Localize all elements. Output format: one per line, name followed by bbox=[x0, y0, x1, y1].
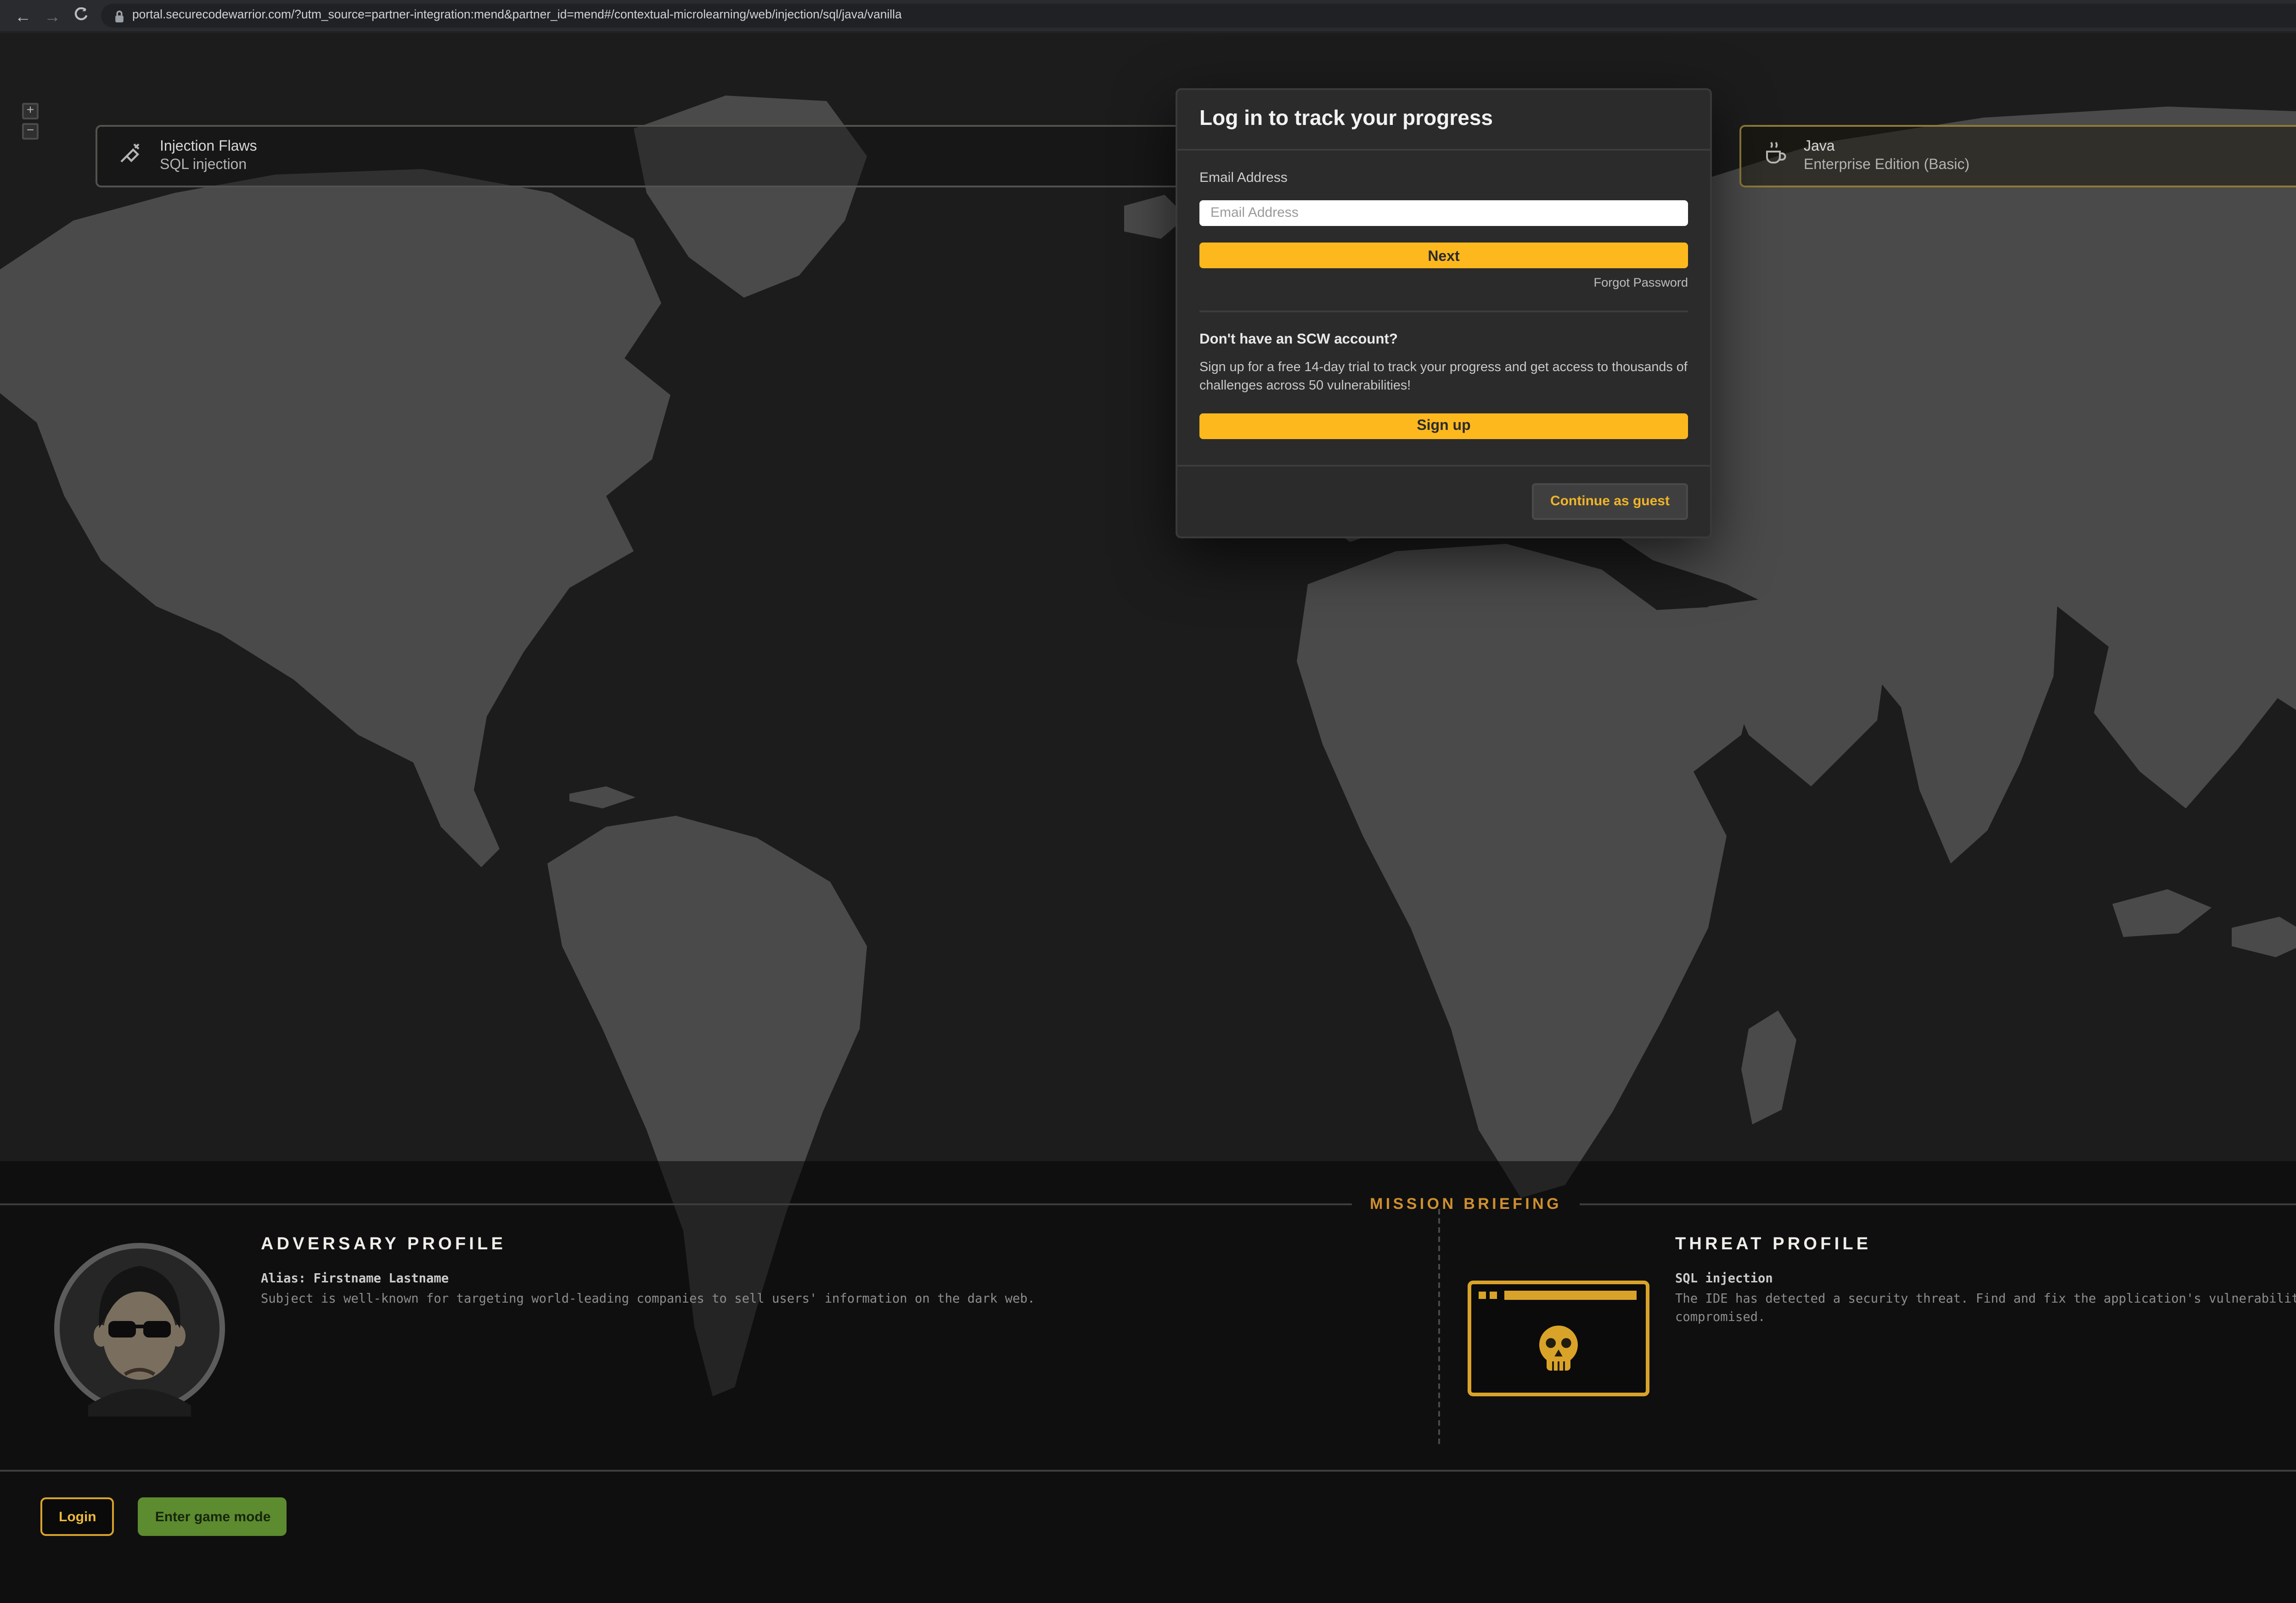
adversary-description: Subject is well-known for targeting worl… bbox=[261, 1292, 1308, 1309]
map-zoom-in-button[interactable]: + bbox=[22, 103, 39, 119]
footer-buttons: Login Enter game mode bbox=[40, 1497, 287, 1536]
reload-icon[interactable] bbox=[73, 0, 88, 32]
app-window: ← → portal.securecodewarrior.com/?utm_so… bbox=[0, 0, 2296, 1603]
adversary-profile: ADVERSARY PROFILE Alias: Firstname Lastn… bbox=[261, 1235, 1308, 1309]
java-cup-icon bbox=[1761, 139, 1787, 174]
signup-button[interactable]: Sign up bbox=[1199, 413, 1688, 439]
lock-icon bbox=[114, 4, 125, 28]
threat-name: SQL injection bbox=[1675, 1271, 2296, 1286]
url-text: portal.securecodewarrior.com/?utm_source… bbox=[132, 9, 902, 22]
footer-divider bbox=[0, 1470, 2296, 1472]
forward-icon[interactable]: → bbox=[44, 0, 61, 32]
category-subtitle: SQL injection bbox=[160, 156, 257, 175]
divider-line bbox=[1580, 1202, 2296, 1204]
modal-title: Log in to track your progress bbox=[1177, 90, 1710, 151]
language-subtitle: Enterprise Edition (Basic) bbox=[1804, 156, 1970, 175]
vertical-dashed-divider bbox=[1438, 1209, 1440, 1444]
threat-profile: THREAT PROFILE SQL injection The IDE has… bbox=[1675, 1235, 2296, 1326]
signup-text: Sign up for a free 14-day trial to track… bbox=[1199, 358, 1688, 397]
browser-toolbar: ← → portal.securecodewarrior.com/?utm_so… bbox=[0, 0, 2296, 33]
adversary-alias: Alias: Firstname Lastname bbox=[261, 1271, 1308, 1286]
signup-heading: Don't have an SCW account? bbox=[1199, 331, 1688, 347]
enter-game-mode-button[interactable]: Enter game mode bbox=[139, 1497, 287, 1536]
language-selector[interactable]: Java Enterprise Edition (Basic) REMEMBER… bbox=[1739, 125, 2296, 187]
modal-body: Email Address Next Forgot Password Don't… bbox=[1177, 151, 1710, 465]
adversary-heading: ADVERSARY PROFILE bbox=[261, 1235, 1308, 1255]
category-labels: Injection Flaws SQL injection bbox=[160, 138, 257, 175]
language-labels: Java Enterprise Edition (Basic) bbox=[1804, 138, 1970, 175]
signup-section: Don't have an SCW account? Sign up for a… bbox=[1199, 310, 1688, 439]
category-box: Injection Flaws SQL injection bbox=[96, 125, 1212, 187]
threat-skull-icon bbox=[1468, 1281, 1649, 1396]
divider-line bbox=[0, 1202, 1351, 1204]
category-title: Injection Flaws bbox=[160, 138, 257, 156]
threat-description: The IDE has detected a security threat. … bbox=[1675, 1292, 2296, 1326]
forgot-password-link[interactable]: Forgot Password bbox=[1199, 277, 1688, 290]
map-zoom-out-button[interactable]: − bbox=[22, 123, 39, 140]
modal-footer: Continue as guest bbox=[1177, 465, 1710, 536]
email-field[interactable] bbox=[1199, 199, 1688, 225]
mission-briefing-title: MISSION BRIEFING bbox=[1370, 1194, 1562, 1213]
next-button[interactable]: Next bbox=[1199, 243, 1688, 268]
email-label: Email Address bbox=[1199, 169, 1688, 186]
url-bar[interactable]: portal.securecodewarrior.com/?utm_source… bbox=[101, 4, 2296, 28]
mission-briefing: MISSION BRIEFING ADVERSARY PROFILE Alias… bbox=[0, 1157, 2296, 1488]
syringe-icon bbox=[118, 139, 143, 174]
back-icon[interactable]: ← bbox=[15, 0, 31, 32]
continue-as-guest-button[interactable]: Continue as guest bbox=[1532, 483, 1688, 520]
mission-title-row: MISSION BRIEFING bbox=[0, 1194, 2296, 1213]
login-modal: Log in to track your progress Email Addr… bbox=[1176, 88, 1712, 538]
map-zoom-controls: + − bbox=[22, 103, 39, 140]
login-button[interactable]: Login bbox=[40, 1497, 115, 1536]
adversary-avatar bbox=[51, 1240, 228, 1417]
language-title: Java bbox=[1804, 138, 1970, 156]
threat-heading: THREAT PROFILE bbox=[1675, 1235, 2296, 1255]
